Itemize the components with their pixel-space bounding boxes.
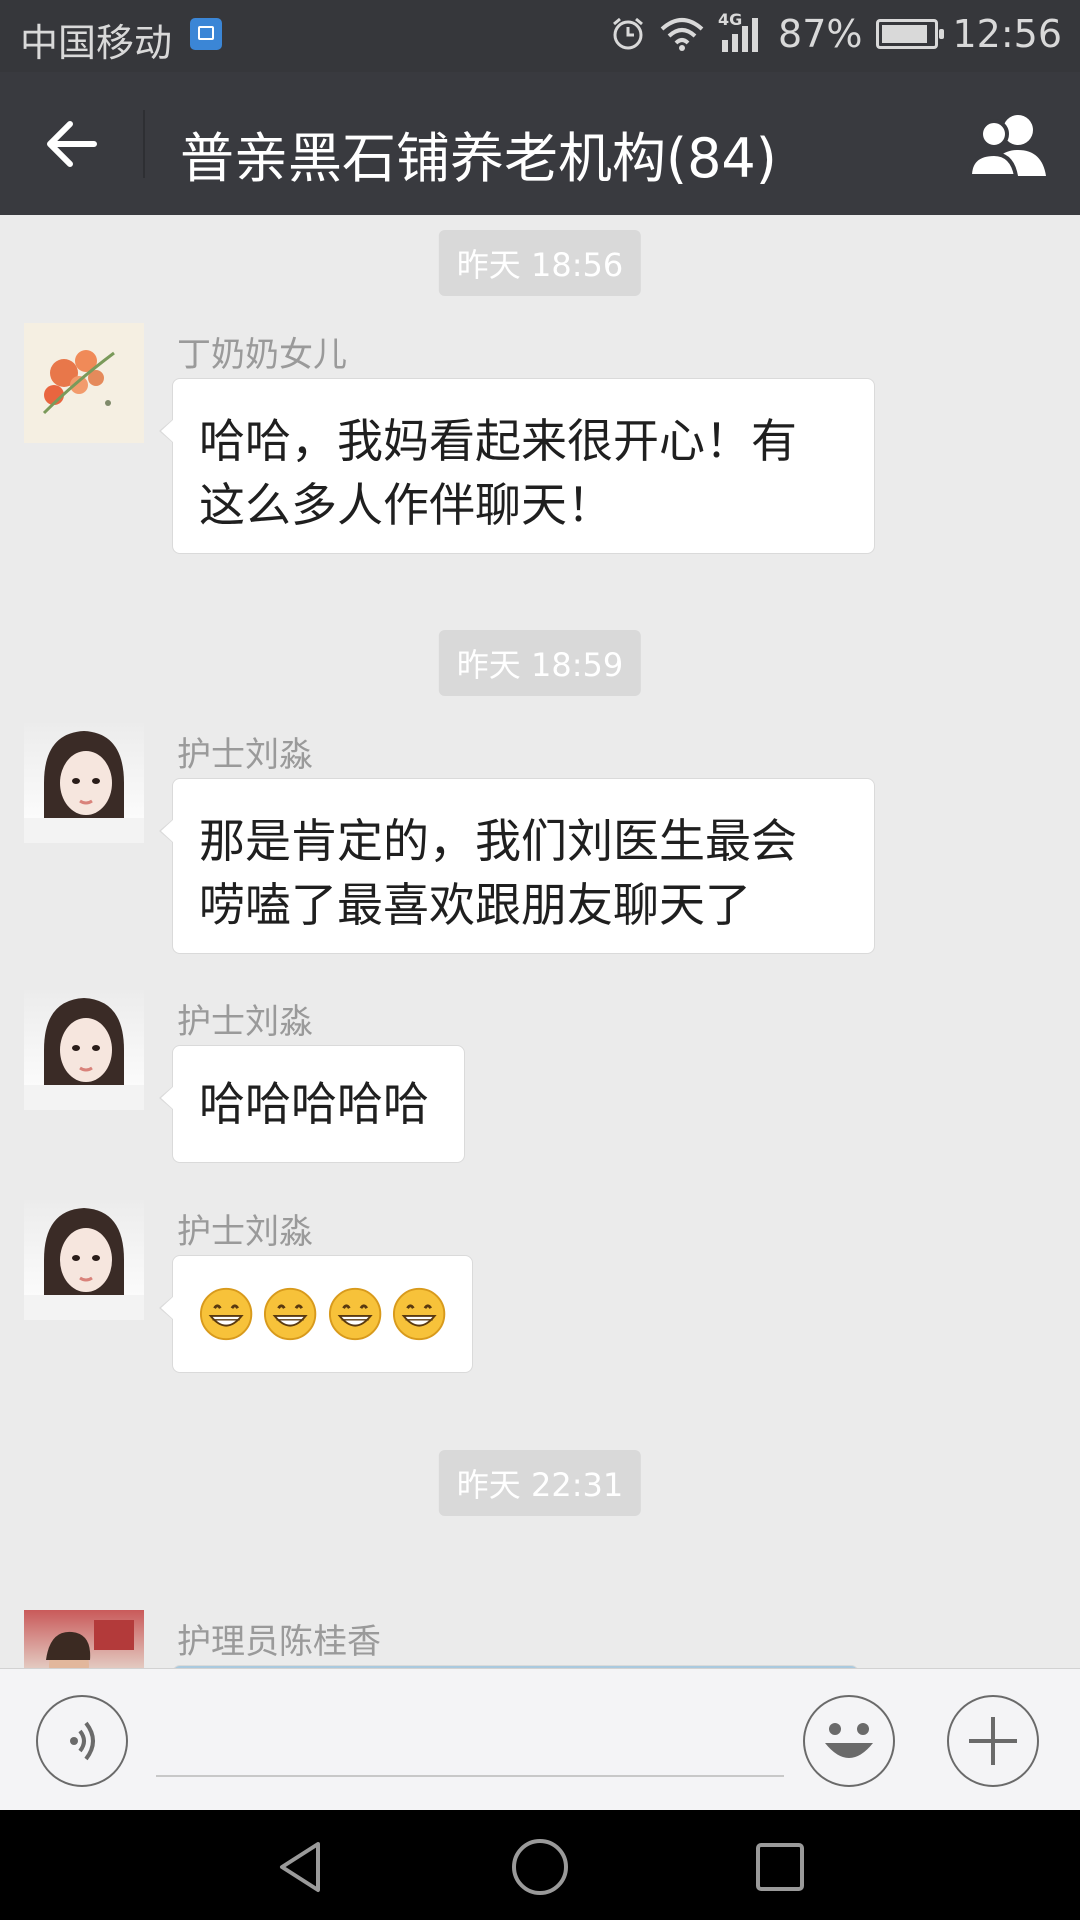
title-divider	[143, 110, 145, 178]
avatar[interactable]	[24, 723, 144, 843]
message-input[interactable]	[156, 1707, 784, 1777]
grinning-face-icon	[199, 1287, 253, 1341]
system-navigation-bar	[0, 1810, 1080, 1920]
status-bar: 中国移动 4G 87% 12:56	[0, 0, 1080, 72]
chat-title: 普亲黑石铺养老机构(84)	[180, 127, 777, 190]
wifi-icon	[660, 18, 704, 51]
avatar[interactable]	[24, 323, 144, 443]
plus-icon	[969, 1717, 1017, 1765]
grinning-face-icon	[392, 1287, 446, 1341]
message-bubble[interactable]: 哈哈哈哈哈	[159, 1045, 465, 1163]
gallery-notification-icon	[190, 18, 222, 50]
emoji-button[interactable]	[803, 1695, 895, 1787]
message-bubble[interactable]: 哈哈，我妈看起来很开心！有 这么多人作伴聊天！	[159, 378, 875, 554]
timestamp: 昨天 18:59	[438, 630, 642, 696]
smiley-icon	[825, 1723, 873, 1758]
chat-message: 丁奶奶女儿 哈哈，我妈看起来很开心！有 这么多人作伴聊天！	[24, 323, 1064, 563]
group-members-icon[interactable]	[966, 110, 1052, 180]
nav-recents-icon[interactable]	[745, 1832, 815, 1902]
emoji-row	[199, 1286, 446, 1342]
alarm-icon	[613, 17, 643, 50]
more-options-button[interactable]	[947, 1695, 1039, 1787]
signal-icon: 4G	[718, 10, 764, 54]
message-bubble[interactable]: 那是肯定的，我们刘医生最会 唠嗑了最喜欢跟朋友聊天了	[159, 778, 875, 954]
sender-name: 护士刘淼	[177, 1002, 313, 1042]
back-button[interactable]	[40, 112, 104, 176]
message-text-line: 这么多人作伴聊天！	[199, 478, 613, 532]
message-text-line: 那是肯定的，我们刘医生最会	[199, 814, 797, 868]
chat-message: 护士刘淼 那是肯定的，我们刘医生最会 唠嗑了最喜欢跟朋友聊天了	[24, 723, 1064, 963]
message-text-line: 唠嗑了最喜欢跟朋友聊天了	[199, 878, 751, 932]
nav-back-icon[interactable]	[268, 1832, 338, 1902]
message-text-line: 哈哈，我妈看起来很开心！有	[199, 414, 797, 468]
title-bar: 普亲黑石铺养老机构(84)	[0, 72, 1080, 215]
carrier-label: 中国移动	[20, 21, 173, 65]
avatar[interactable]	[24, 1610, 144, 1668]
sender-name: 护理员陈桂香	[177, 1622, 381, 1662]
avatar[interactable]	[24, 990, 144, 1110]
message-bubble[interactable]	[159, 1255, 473, 1373]
battery-icon	[876, 19, 945, 49]
grinning-face-icon	[328, 1287, 381, 1341]
chat-message: 护士刘淼 哈哈哈哈哈	[24, 990, 1064, 1170]
chat-message: 护理员陈桂香	[24, 1610, 1064, 1668]
clock: 12:56	[952, 12, 1062, 56]
voice-icon	[70, 1721, 95, 1761]
chat-message: 护士刘淼	[24, 1200, 1064, 1380]
voice-input-button[interactable]	[36, 1695, 128, 1787]
sender-name: 护士刘淼	[177, 735, 313, 775]
sender-name: 护士刘淼	[177, 1212, 313, 1252]
timestamp: 昨天 22:31	[438, 1450, 642, 1516]
nav-home-icon[interactable]	[505, 1832, 575, 1902]
input-bar	[0, 1668, 1080, 1811]
message-text-line: 哈哈哈哈哈	[199, 1077, 429, 1131]
sender-name: 丁奶奶女儿	[177, 335, 347, 375]
grinning-face-icon	[264, 1287, 317, 1341]
timestamp: 昨天 18:56	[438, 230, 642, 296]
chat-area[interactable]: 昨天 18:56 丁奶奶女儿 哈哈，我妈看起来很开心！有 这么多人作伴聊天！ 昨…	[0, 215, 1080, 1668]
avatar[interactable]	[24, 1200, 144, 1320]
battery-percent: 87%	[778, 12, 863, 56]
